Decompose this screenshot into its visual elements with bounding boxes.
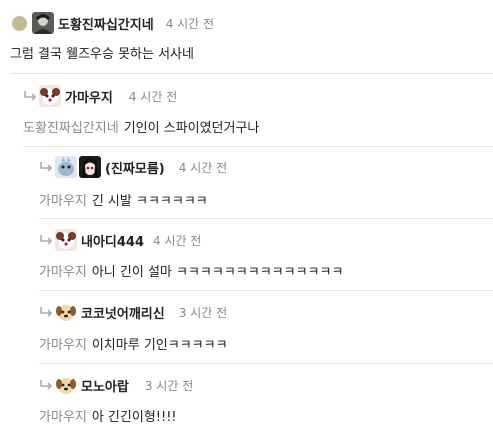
divider: [39, 290, 493, 291]
comment-5-header: 코코넛어깨리신 3 시간 전: [39, 301, 227, 323]
comment-text: 도황진짜십간지네 기인이 스파이였던거구나: [23, 117, 259, 136]
divider: [39, 218, 493, 219]
author-name[interactable]: 도황진짜십간지네: [58, 14, 154, 33]
avatar[interactable]: [55, 301, 77, 323]
comment-text: 가마우지 이치마루 기인ㅋㅋㅋㅋㅋ: [39, 334, 228, 353]
timestamp: 4 시간 전: [178, 160, 228, 175]
comment-body: 기인이 스파이였던거구나: [123, 121, 260, 136]
timestamp: 4 시간 전: [128, 89, 178, 104]
comment-text: 가마우지 아니 긴이 설마 ㅋㅋㅋㅋㅋㅋㅋㅋㅋㅋㅋㅋㅋㅋ: [39, 261, 343, 280]
mention-tag[interactable]: 가마우지: [39, 194, 87, 209]
avatar[interactable]: [55, 156, 77, 178]
reply-arrow-icon: [40, 162, 53, 172]
avatar[interactable]: [55, 229, 77, 251]
divider: [23, 146, 493, 147]
comment-3-header: (진짜모름) 4 시간 전: [39, 156, 227, 178]
divider: [10, 73, 493, 74]
timestamp: 3 시간 전: [178, 305, 228, 320]
author-name[interactable]: 코코넛어깨리신: [81, 303, 165, 322]
reply-arrow-icon: [40, 307, 53, 317]
comment-text: 가마우지 아 긴긴이형!!!!: [39, 406, 177, 425]
comment-body: 그럼 결국 웰즈우승 못하는 서사네: [10, 47, 194, 62]
divider: [39, 363, 493, 364]
timestamp: 4 시간 전: [153, 233, 202, 248]
comment-body: 아니 긴이 설마 ㅋㅋㅋㅋㅋㅋㅋㅋㅋㅋㅋㅋㅋㅋ: [91, 265, 344, 280]
reply-arrow-icon: [40, 235, 53, 245]
author-name[interactable]: 모노아랍: [81, 376, 129, 395]
author-name[interactable]: 내아디444: [81, 231, 144, 250]
comment-4-header: 내아디444 4 시간 전: [39, 229, 201, 251]
comment-body: 긴 시발 ㅋㅋㅋㅋㅋㅋ: [91, 194, 208, 209]
mention-tag[interactable]: 도황진짜십간지네: [23, 121, 119, 136]
avatar[interactable]: [32, 12, 54, 34]
author-name[interactable]: 가마우지: [65, 87, 113, 106]
mention-tag[interactable]: 가마우지: [39, 265, 87, 280]
timestamp: 4 시간 전: [165, 16, 215, 31]
avatar[interactable]: [39, 85, 61, 107]
comment-body: 아 긴긴이형!!!!: [91, 410, 177, 425]
comment-1-header: 도황진짜십간지네 4 시간 전: [12, 12, 214, 34]
mention-tag[interactable]: 가마우지: [39, 338, 87, 353]
avatar[interactable]: [55, 374, 77, 396]
comment-6-header: 모노아랍 3 시간 전: [39, 374, 193, 396]
user-level-icon: [12, 15, 27, 31]
mention-tag[interactable]: 가마우지: [39, 410, 87, 425]
comment-body: 이치마루 기인ㅋㅋㅋㅋㅋ: [91, 338, 228, 353]
comment-text: 그럼 결국 웰즈우승 못하는 서사네: [10, 43, 194, 62]
comment-2-header: 가마우지 4 시간 전: [23, 85, 177, 107]
avatar[interactable]: [79, 156, 101, 178]
timestamp: 3 시간 전: [144, 378, 194, 393]
reply-arrow-icon: [24, 91, 37, 101]
comment-text: 가마우지 긴 시발 ㅋㅋㅋㅋㅋㅋ: [39, 190, 208, 209]
author-name[interactable]: (진짜모름): [105, 158, 165, 177]
reply-arrow-icon: [40, 380, 53, 390]
